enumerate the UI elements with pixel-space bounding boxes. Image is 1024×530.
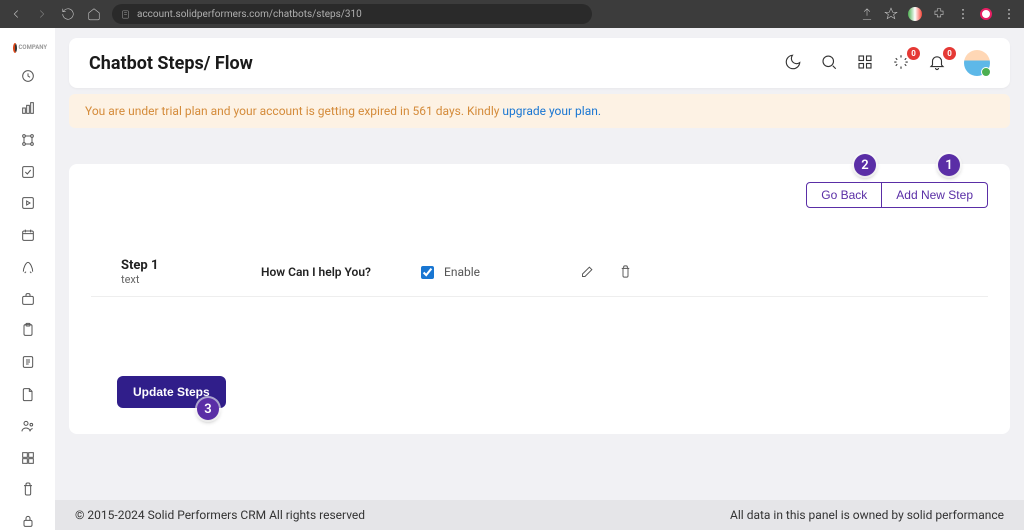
edit-icon[interactable] [580,264,596,280]
sidebar-briefcase-icon[interactable] [17,290,39,308]
upgrade-link[interactable]: upgrade your plan. [502,104,601,118]
trial-banner: You are under trial plan and your accoun… [69,94,1010,128]
sidebar-list-icon[interactable] [17,353,39,371]
footer-left: © 2015-2024 Solid Performers CRM All rig… [75,508,365,522]
nav-forward-icon[interactable] [34,6,50,22]
browser-avatar-icon[interactable] [980,8,992,20]
sidebar-grid-icon[interactable] [17,449,39,467]
url-text: account.solidperformers.com/chatbots/ste… [137,9,362,20]
callout-three: 3 [197,398,219,420]
trial-banner-text: You are under trial plan and your accoun… [85,104,502,118]
chrome-menu-icon[interactable] [956,7,970,21]
sidebar: COMPANY [0,28,55,530]
star-icon[interactable] [884,7,898,21]
activity-badge: 0 [907,47,920,60]
sidebar-dashboard-icon[interactable] [17,67,39,85]
sidebar-users-icon[interactable] [17,417,39,435]
sidebar-rocket-icon[interactable] [17,258,39,276]
enable-checkbox[interactable] [421,266,434,279]
bell-icon[interactable]: 0 [928,53,948,73]
footer: © 2015-2024 Solid Performers CRM All rig… [55,500,1024,530]
sidebar-lock-icon[interactable] [17,512,39,530]
sidebar-clipboard-icon[interactable] [17,322,39,340]
content-card: 2 1 Go Back Add New Step Step 1 text How… [69,164,1010,434]
theme-toggle-icon[interactable] [784,53,804,73]
chrome-more-icon[interactable] [1002,7,1016,21]
apps-icon[interactable] [856,53,876,73]
sidebar-check-icon[interactable] [17,163,39,181]
activity-icon[interactable]: 0 [892,53,912,73]
add-new-step-button[interactable]: Add New Step [882,182,988,208]
sidebar-share-icon[interactable] [17,131,39,149]
sidebar-play-icon[interactable] [17,194,39,212]
bell-badge: 0 [943,47,956,60]
share-icon[interactable] [860,7,874,21]
go-back-button[interactable]: Go Back [806,182,882,208]
main-area: Chatbot Steps/ Flow 0 0 You are under tr… [55,28,1024,530]
step-title: Step 1 [121,258,261,273]
step-question: How Can I help You? [261,265,411,279]
nav-back-icon[interactable] [8,6,24,22]
browser-chrome: account.solidperformers.com/chatbots/ste… [0,0,1024,28]
url-bar[interactable]: account.solidperformers.com/chatbots/ste… [112,4,592,24]
sidebar-calendar-icon[interactable] [17,226,39,244]
enable-label: Enable [444,265,480,279]
sidebar-trash-icon[interactable] [17,480,39,498]
search-icon[interactable] [820,53,840,73]
brand-logo[interactable]: COMPANY [13,42,43,53]
page-header: Chatbot Steps/ Flow 0 0 [69,38,1010,88]
step-type: text [121,273,261,286]
page-title: Chatbot Steps/ Flow [89,53,253,74]
sidebar-chart-icon[interactable] [17,99,39,117]
delete-icon[interactable] [618,264,634,280]
callout-one: 1 [938,154,960,176]
step-row: Step 1 text How Can I help You? Enable [91,248,988,297]
profile-flag-icon[interactable] [908,7,922,21]
user-avatar[interactable] [964,50,990,76]
extensions-icon[interactable] [932,7,946,21]
callout-two: 2 [854,154,876,176]
reload-icon[interactable] [60,6,76,22]
sidebar-file-icon[interactable] [17,385,39,403]
home-icon[interactable] [86,6,102,22]
footer-right: All data in this panel is owned by solid… [730,508,1004,522]
